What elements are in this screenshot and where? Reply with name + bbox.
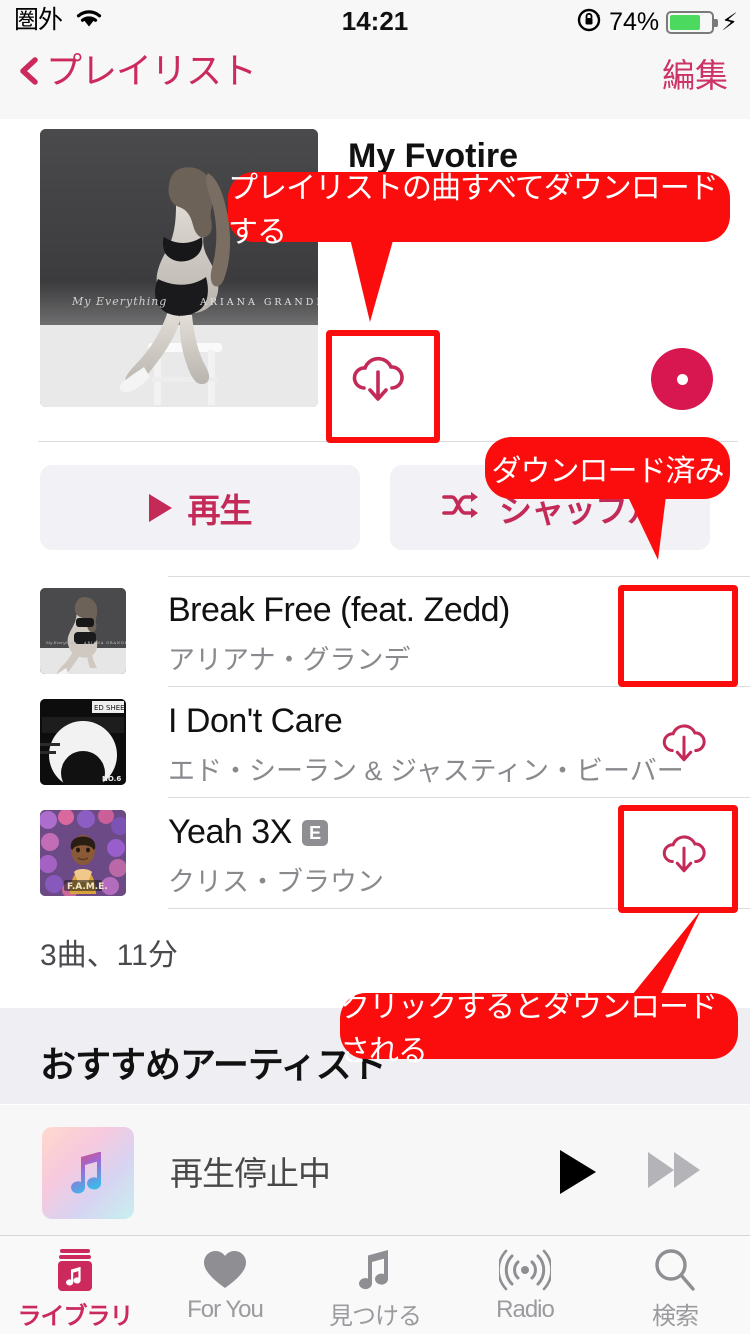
rotation-lock-icon — [576, 7, 602, 38]
tab-search[interactable]: 検索 — [600, 1236, 750, 1334]
track-artist: クリス・ブラウン — [168, 867, 384, 897]
track-artist: アリアナ・グランデ — [168, 645, 411, 675]
track-artwork: F.A.M.E. — [40, 810, 126, 896]
svg-text:My Everything: My Everything — [71, 295, 167, 308]
search-icon — [652, 1246, 698, 1294]
tab-bar: ライブラリ For You 見つける Radio 検索 — [0, 1236, 750, 1334]
annotation-bubble-download-all: プレイリストの曲すべてダウンロードする — [228, 172, 730, 249]
shuffle-icon — [441, 490, 483, 525]
play-button-label: 再生 — [187, 491, 253, 529]
svg-text:ARIANA GRANDE: ARIANA GRANDE — [199, 297, 318, 308]
track-artwork: ED SHEERAN NO.6 — [40, 699, 126, 785]
mini-player-artwork — [42, 1127, 134, 1219]
app-screen: 圏外 14:21 74% ⚡ プレイリスト 編集 My Everything A… — [0, 0, 750, 1334]
tab-for-you-label: For You — [187, 1296, 264, 1323]
play-button[interactable]: 再生 — [40, 465, 360, 550]
tab-browse-label: 見つける — [329, 1303, 422, 1330]
radio-broadcast-icon — [499, 1246, 551, 1294]
battery-percent-label: 74% — [609, 8, 660, 36]
tab-browse[interactable]: 見つける — [300, 1236, 450, 1334]
track-title-text: Break Free (feat. Zedd) — [168, 591, 510, 629]
tab-for-you[interactable]: For You — [150, 1236, 300, 1334]
annotation-bubble-downloaded: ダウンロード済み — [485, 437, 730, 499]
playlist-summary: 3曲、11分 — [40, 939, 178, 972]
ellipsis-icon — [676, 373, 688, 385]
mini-player-status: 再生停止中 — [170, 1155, 331, 1192]
explicit-badge: E — [301, 819, 328, 846]
status-bar: 圏外 14:21 74% ⚡ — [0, 0, 750, 44]
track-title: I Don't Care — [168, 702, 343, 741]
annotation-bubble-click-to-download: クリックするとダウンロードされる — [340, 991, 738, 1068]
status-bar-right: 74% ⚡ — [576, 7, 738, 38]
mini-player-forward-button[interactable] — [648, 1152, 700, 1188]
play-triangle-icon — [148, 493, 172, 522]
more-options-button[interactable] — [651, 348, 713, 410]
battery-icon — [666, 11, 719, 34]
tab-library-label: ライブラリ — [17, 1303, 134, 1330]
edit-button[interactable]: 編集 — [662, 56, 728, 96]
section-title: おすすめアーティスト — [40, 1044, 387, 1085]
back-button[interactable]: プレイリスト — [14, 49, 257, 93]
svg-text:NO.6: NO.6 — [102, 775, 121, 783]
svg-text:ARIANA GRANDE: ARIANA GRANDE — [83, 641, 126, 645]
track-artist: エド・シーラン & ジャスティン・ビーバー — [168, 756, 684, 786]
heart-icon — [202, 1246, 248, 1294]
svg-text:My Everything: My Everything — [45, 640, 76, 645]
chevron-left-icon — [14, 56, 44, 86]
lightning-bolt-icon: ⚡ — [721, 8, 738, 36]
tab-radio[interactable]: Radio — [450, 1236, 600, 1334]
annotation-box-downloaded-track — [618, 585, 738, 687]
mini-player-play-button[interactable] — [560, 1150, 596, 1194]
tab-radio-label: Radio — [496, 1296, 555, 1323]
track-title: Break Free (feat. Zedd) — [168, 591, 510, 630]
track-title-text: I Don't Care — [168, 702, 343, 740]
mini-player[interactable]: 再生停止中 — [0, 1105, 750, 1236]
svg-text:F.A.M.E.: F.A.M.E. — [67, 882, 108, 892]
music-note-icon — [354, 1246, 396, 1294]
annotation-box-download-all — [326, 330, 440, 443]
track-title: Yeah 3X E — [168, 813, 328, 852]
track-download-button[interactable] — [658, 717, 710, 769]
table-row[interactable]: ED SHEERAN NO.6 I Don't Care エド・シーラン & ジ… — [0, 687, 750, 798]
back-button-label: プレイリスト — [46, 50, 257, 91]
tab-search-label: 検索 — [652, 1303, 699, 1330]
library-icon — [54, 1246, 96, 1294]
navigation-bar: プレイリスト 編集 — [0, 44, 750, 120]
tab-library[interactable]: ライブラリ — [0, 1236, 150, 1334]
svg-text:ED SHEERAN: ED SHEERAN — [94, 704, 126, 712]
track-title-text: Yeah 3X — [168, 813, 292, 851]
annotation-box-download-track — [618, 805, 738, 913]
track-artwork: My Everything ARIANA GRANDE — [40, 588, 126, 674]
